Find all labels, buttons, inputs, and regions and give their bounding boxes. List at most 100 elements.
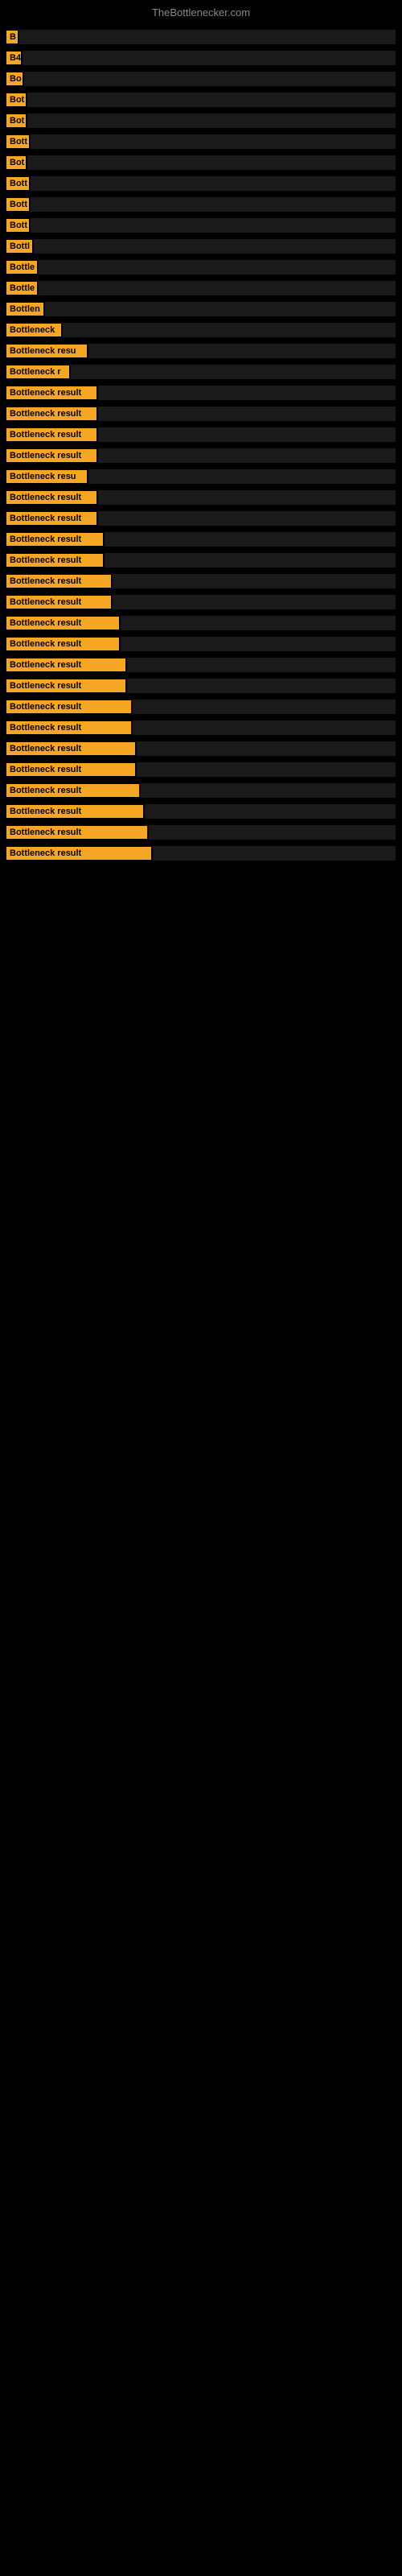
list-item: Bottleneck result xyxy=(6,532,396,547)
list-item: Bottleneck result xyxy=(6,846,396,861)
bottleneck-label: Bottleneck result xyxy=(6,638,119,650)
list-item: Bottle xyxy=(6,281,396,295)
list-item: Bottleneck xyxy=(6,323,396,337)
bottleneck-bar xyxy=(98,448,396,463)
bottleneck-label: Bottleneck result xyxy=(6,554,103,567)
list-item: Bottleneck result xyxy=(6,616,396,630)
list-item: Bott xyxy=(6,134,396,149)
list-item: Bottleneck result xyxy=(6,679,396,693)
bottleneck-label: Bottleneck result xyxy=(6,805,143,818)
bottleneck-bar xyxy=(145,804,396,819)
bottleneck-bar xyxy=(34,239,396,254)
bottleneck-bar xyxy=(27,93,396,107)
bottleneck-label: Bottleneck result xyxy=(6,763,135,776)
bottleneck-label: Bottleneck result xyxy=(6,658,125,671)
bottleneck-bar xyxy=(31,218,396,233)
bottleneck-bar xyxy=(39,281,396,295)
bottleneck-bar xyxy=(137,741,396,756)
bottleneck-label: B4 xyxy=(6,52,21,64)
bottleneck-label: Bottleneck result xyxy=(6,784,139,797)
bottleneck-bar xyxy=(127,679,396,693)
bottleneck-label: Bott xyxy=(6,135,29,148)
list-item: Bottleneck result xyxy=(6,741,396,756)
bottleneck-bar xyxy=(23,51,396,65)
bottleneck-label: Bottleneck result xyxy=(6,700,131,713)
bottleneck-bar xyxy=(45,302,396,316)
bottleneck-label: Bottleneck result xyxy=(6,847,151,860)
bottleneck-bar xyxy=(105,532,396,547)
site-title: TheBottlenecker.com xyxy=(0,0,402,22)
bottleneck-label: Bott xyxy=(6,219,29,232)
list-item: Bot xyxy=(6,114,396,128)
bottleneck-bar xyxy=(98,490,396,505)
bottleneck-bar xyxy=(19,30,396,44)
bottleneck-bar xyxy=(71,365,396,379)
bottleneck-label: Bottleneck result xyxy=(6,721,131,734)
bottleneck-label: Bo xyxy=(6,72,23,85)
bottleneck-bar xyxy=(98,511,396,526)
bottleneck-label: Bott xyxy=(6,198,29,211)
bottleneck-label: Bottleneck xyxy=(6,324,61,336)
bottleneck-bar xyxy=(39,260,396,275)
list-item: Bottleneck result xyxy=(6,407,396,421)
bottleneck-bar xyxy=(105,553,396,568)
bottleneck-label: Bottleneck result xyxy=(6,575,111,588)
list-item: Bottleneck result xyxy=(6,783,396,798)
bottleneck-label: Bottle xyxy=(6,282,37,295)
bottleneck-bar xyxy=(137,762,396,777)
list-item: Bottleneck result xyxy=(6,448,396,463)
list-item: Bottleneck result xyxy=(6,490,396,505)
bottleneck-label: Bottleneck result xyxy=(6,428,96,441)
list-item: Bottleneck result xyxy=(6,762,396,777)
bottleneck-bar xyxy=(113,574,396,588)
bottleneck-bar xyxy=(127,658,396,672)
list-item: Bottlen xyxy=(6,302,396,316)
list-item: Bottleneck result xyxy=(6,658,396,672)
bottleneck-bar xyxy=(149,825,396,840)
bottleneck-label: B xyxy=(6,31,18,43)
list-item: Bottleneck resu xyxy=(6,344,396,358)
bottleneck-label: Bottleneck resu xyxy=(6,345,87,357)
bottleneck-label: Bot xyxy=(6,93,26,106)
list-item: Bottleneck result xyxy=(6,637,396,651)
bottleneck-bar xyxy=(98,407,396,421)
list-item: Bott xyxy=(6,197,396,212)
bottleneck-bar xyxy=(63,323,396,337)
list-item: Bott xyxy=(6,218,396,233)
list-item: Bottleneck resu xyxy=(6,469,396,484)
bottleneck-bar xyxy=(31,176,396,191)
list-item: Bottleneck result xyxy=(6,386,396,400)
list-item: Bottleneck result xyxy=(6,700,396,714)
bottleneck-bar xyxy=(24,72,396,86)
list-item: Bo xyxy=(6,72,396,86)
bottleneck-label: Bottle xyxy=(6,261,37,274)
bottleneck-bar xyxy=(113,595,396,609)
bottleneck-label: Bot xyxy=(6,114,26,127)
bottleneck-label: Bottleneck result xyxy=(6,449,96,462)
bottleneck-label: Bottleneck resu xyxy=(6,470,87,483)
list-item: Bottleneck result xyxy=(6,511,396,526)
bottleneck-label: Bott xyxy=(6,177,29,190)
bottleneck-label: Bottleneck result xyxy=(6,491,96,504)
bottleneck-bar xyxy=(31,134,396,149)
bottleneck-label: Bottleneck result xyxy=(6,533,103,546)
bottleneck-label: Bottlen xyxy=(6,303,43,316)
bottleneck-bar xyxy=(31,197,396,212)
list-item: Bottleneck result xyxy=(6,825,396,840)
items-container: BB4BoBotBotBottBotBottBottBottBottlBottl… xyxy=(0,22,402,875)
bottleneck-bar xyxy=(153,846,396,861)
bottleneck-bar xyxy=(88,469,396,484)
list-item: Bottleneck result xyxy=(6,804,396,819)
bottleneck-bar xyxy=(121,616,396,630)
list-item: Bot xyxy=(6,155,396,170)
list-item: Bottleneck result xyxy=(6,595,396,609)
bottleneck-label: Bottleneck r xyxy=(6,365,69,378)
list-item: Bottleneck r xyxy=(6,365,396,379)
list-item: B4 xyxy=(6,51,396,65)
list-item: Bot xyxy=(6,93,396,107)
bottleneck-label: Bottleneck result xyxy=(6,826,147,839)
bottleneck-label: Bottleneck result xyxy=(6,407,96,420)
bottleneck-label: Bottleneck result xyxy=(6,386,96,399)
bottleneck-bar xyxy=(27,114,396,128)
bottleneck-bar xyxy=(141,783,396,798)
